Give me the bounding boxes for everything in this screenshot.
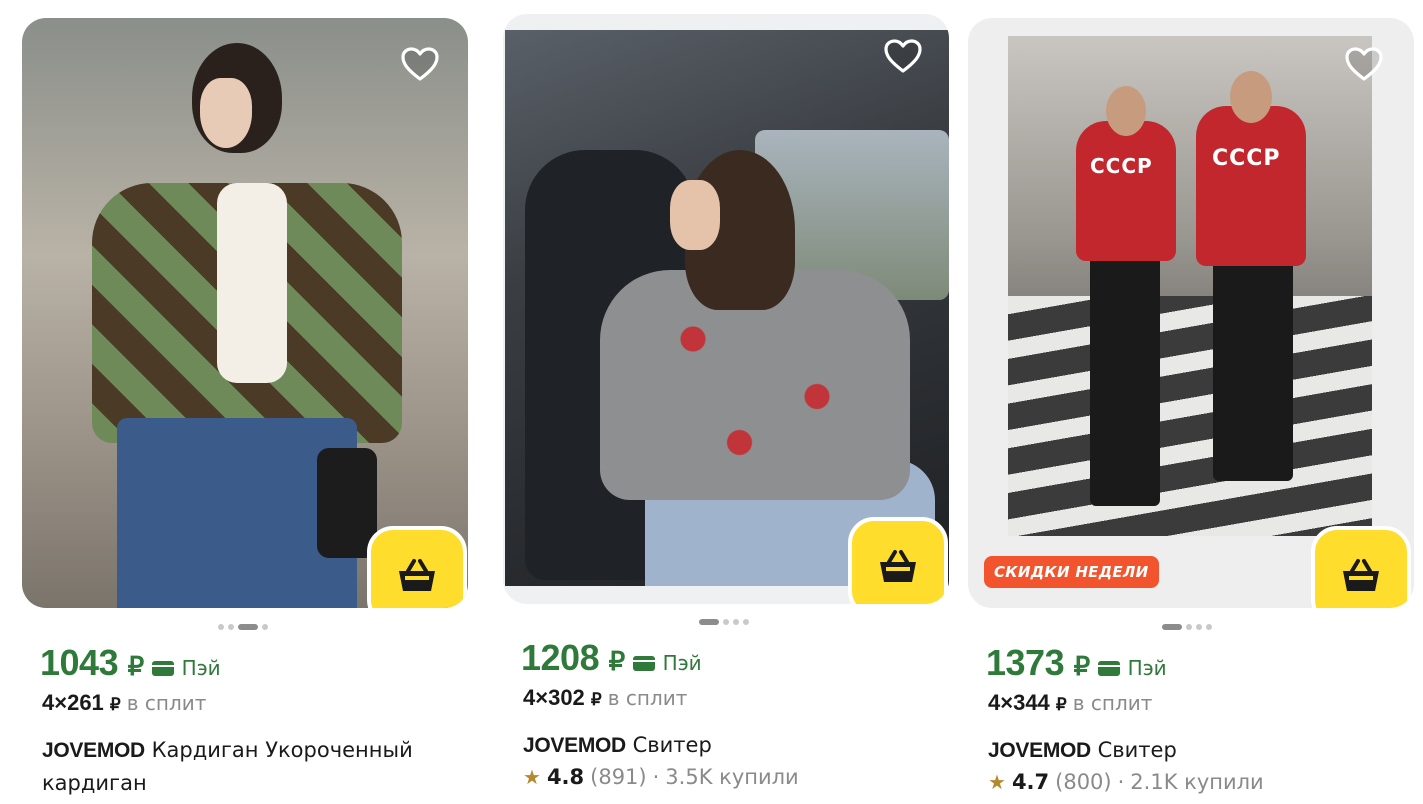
promo-badge: СКИДКИ НЕДЕЛИ bbox=[984, 556, 1159, 588]
split-amount: 4×302 ₽ bbox=[523, 685, 602, 710]
add-to-cart-button[interactable] bbox=[848, 517, 948, 604]
photo-shape bbox=[1106, 86, 1146, 136]
product-name: Свитер bbox=[1097, 738, 1177, 762]
separator: · bbox=[652, 765, 660, 789]
product-photo bbox=[22, 18, 468, 608]
carousel-dot[interactable] bbox=[1206, 624, 1212, 630]
photo-shape bbox=[1213, 261, 1293, 481]
carousel-dot[interactable] bbox=[723, 619, 729, 625]
split-row: 4×261 ₽ в сплит bbox=[42, 690, 206, 716]
carousel-dot[interactable] bbox=[218, 624, 224, 630]
photo-shape bbox=[1230, 71, 1272, 123]
product-title[interactable]: JOVEMOD Свитер bbox=[523, 729, 943, 762]
carousel-dot[interactable] bbox=[1186, 624, 1192, 630]
carousel-dot-active[interactable] bbox=[699, 619, 719, 625]
sweater-print-text: СССР bbox=[1090, 154, 1153, 178]
product-name: Свитер bbox=[632, 733, 712, 757]
pay-label: Пэй bbox=[1127, 656, 1167, 680]
split-amount: 4×261 ₽ bbox=[42, 690, 121, 715]
favorite-button[interactable] bbox=[398, 42, 442, 86]
carousel-dot[interactable] bbox=[228, 624, 234, 630]
separator: · bbox=[1117, 770, 1125, 794]
heart-outline-icon bbox=[1345, 47, 1383, 81]
product-image-carousel[interactable]: СССР СССР СКИДКИ НЕДЕЛИ bbox=[968, 18, 1414, 608]
product-title[interactable]: JOVEMOD Свитер bbox=[988, 734, 1408, 767]
sweater-print-text: СССР bbox=[1212, 146, 1281, 171]
product-title[interactable]: JOVEMOD Кардиган Укороченный кардиган bbox=[42, 734, 462, 799]
heart-outline-icon bbox=[884, 39, 922, 73]
pay-card-icon bbox=[632, 656, 655, 671]
star-icon: ★ bbox=[988, 770, 1006, 794]
pay-card-icon bbox=[151, 661, 174, 676]
product-card[interactable]: 1208 ₽ Пэй 4×302 ₽ в сплит JOVEMOD Свите… bbox=[503, 0, 953, 804]
split-label: в сплит bbox=[1072, 691, 1153, 715]
photo-shape bbox=[200, 78, 252, 148]
add-to-cart-button[interactable] bbox=[1311, 526, 1411, 608]
carousel-dots bbox=[218, 624, 268, 630]
product-image-carousel[interactable] bbox=[503, 14, 949, 604]
review-count[interactable]: (891) bbox=[590, 765, 646, 789]
carousel-dots bbox=[699, 619, 749, 625]
photo-shape bbox=[1076, 121, 1176, 261]
price-row: 1373 ₽ Пэй bbox=[986, 642, 1167, 684]
purchase-count: 3.5K купили bbox=[665, 765, 799, 789]
purchase-count: 2.1K купили bbox=[1130, 770, 1264, 794]
rating-row: ★ 4.7 (800) · 2.1K купили bbox=[988, 770, 1264, 794]
carousel-dot-active[interactable] bbox=[1162, 624, 1182, 630]
basket-icon bbox=[1343, 559, 1379, 591]
split-label: в сплит bbox=[126, 691, 207, 715]
carousel-dot-active[interactable] bbox=[238, 624, 258, 630]
basket-icon bbox=[880, 550, 916, 582]
brand-name: JOVEMOD bbox=[523, 734, 626, 757]
rating-value: 4.8 bbox=[546, 765, 585, 789]
carousel-dots bbox=[1162, 624, 1212, 630]
photo-shape bbox=[1090, 256, 1160, 506]
product-card[interactable]: СССР СССР СКИДКИ НЕДЕЛИ 1373 ₽ Пэй 4×344… bbox=[968, 0, 1418, 804]
brand-name: JOVEMOD bbox=[988, 739, 1091, 762]
split-label: в сплит bbox=[607, 686, 688, 710]
favorite-button[interactable] bbox=[1342, 42, 1386, 86]
photo-shape bbox=[1008, 296, 1372, 536]
price: 1043 ₽ bbox=[40, 642, 144, 683]
product-image-carousel[interactable] bbox=[22, 18, 468, 608]
split-amount: 4×344 ₽ bbox=[988, 690, 1067, 715]
split-row: 4×344 ₽ в сплит bbox=[988, 690, 1152, 716]
product-photo bbox=[505, 30, 949, 586]
rating-row: ★ 4.8 (891) · 3.5K купили bbox=[523, 765, 799, 789]
pay-label: Пэй bbox=[662, 651, 702, 675]
carousel-dot[interactable] bbox=[743, 619, 749, 625]
product-photo: СССР СССР bbox=[1008, 36, 1372, 536]
heart-outline-icon bbox=[401, 47, 439, 81]
price: 1373 ₽ bbox=[986, 642, 1090, 683]
basket-icon bbox=[399, 559, 435, 591]
pay-card-icon bbox=[1097, 661, 1120, 676]
carousel-dot[interactable] bbox=[1196, 624, 1202, 630]
photo-shape bbox=[217, 183, 287, 383]
pay-label: Пэй bbox=[181, 656, 221, 680]
carousel-dot[interactable] bbox=[733, 619, 739, 625]
star-icon: ★ bbox=[523, 765, 541, 789]
carousel-dot[interactable] bbox=[262, 624, 268, 630]
price-row: 1043 ₽ Пэй bbox=[40, 642, 221, 684]
rating-value: 4.7 bbox=[1011, 770, 1050, 794]
add-to-cart-button[interactable] bbox=[367, 526, 467, 608]
price: 1208 ₽ bbox=[521, 637, 625, 678]
photo-shape bbox=[670, 180, 720, 250]
review-count[interactable]: (800) bbox=[1055, 770, 1111, 794]
price-row: 1208 ₽ Пэй bbox=[521, 637, 702, 679]
product-card[interactable]: 1043 ₽ Пэй 4×261 ₽ в сплит JOVEMOD Карди… bbox=[22, 0, 472, 804]
split-row: 4×302 ₽ в сплит bbox=[523, 685, 687, 711]
brand-name: JOVEMOD bbox=[42, 739, 145, 762]
favorite-button[interactable] bbox=[881, 34, 925, 78]
photo-shape bbox=[1196, 106, 1306, 266]
